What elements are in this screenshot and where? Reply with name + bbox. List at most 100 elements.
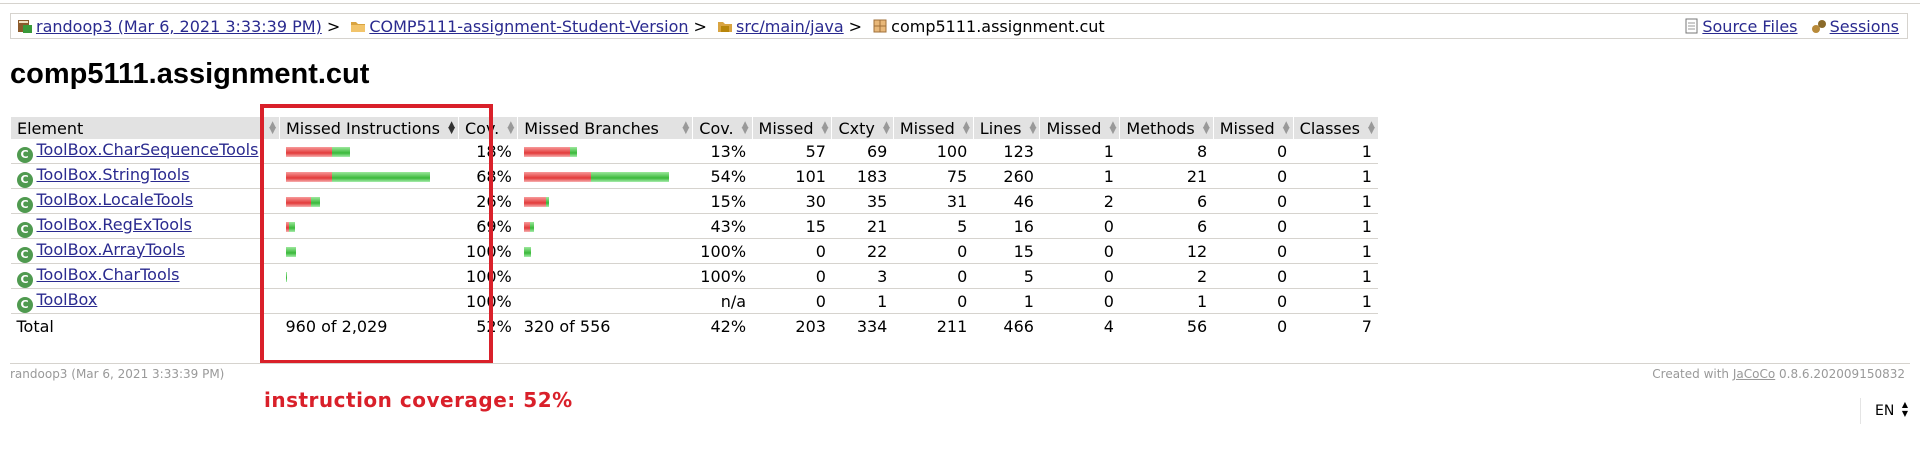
class-link[interactable]: ToolBox.StringTools	[37, 165, 190, 184]
breadcrumb-separator: >	[848, 17, 863, 36]
instruction-coverage-cell: 100%	[458, 288, 518, 314]
jacoco-link[interactable]: JaCoCo	[1733, 367, 1775, 381]
class-icon: C	[16, 146, 33, 163]
breadcrumb-source-link[interactable]: src/main/java	[736, 17, 844, 36]
col-missed-lines-header[interactable]: Missed ▲ ▼	[892, 117, 974, 139]
missed-cxty-cell: 57	[752, 139, 832, 164]
table-row: C ToolBox.RegExTools 69% 43% 15 21 5 16 0 6 0 1	[10, 213, 1378, 239]
covered-bar-segment	[569, 147, 577, 157]
page-title: comp5111.assignment.cut	[10, 58, 370, 90]
classes-cell: 1	[1293, 288, 1378, 314]
total-row: Total 960 of 2,029 52% 320 of 556 42% 203 334 2…	[10, 313, 1378, 338]
missed-bar-segment	[523, 197, 546, 207]
missed-bar-segment	[523, 147, 570, 157]
total-methods: 56	[1119, 313, 1214, 338]
missed-methods-cell: 1	[1039, 163, 1120, 189]
missed-classes-cell: 0	[1213, 213, 1294, 239]
missed-lines-cell: 31	[893, 188, 974, 214]
col-lines-header[interactable]: Lines ▲ ▼	[972, 117, 1040, 139]
breadcrumb: randoop3 (Mar 6, 2021 3:33:39 PM) > COMP5…	[10, 13, 1908, 39]
missed-branches-bar-cell	[517, 288, 693, 314]
class-icon: C	[16, 271, 33, 288]
total-label: Total	[10, 313, 280, 338]
covered-bar-segment	[331, 172, 430, 182]
covered-bar-segment	[310, 197, 320, 207]
missed-lines-cell: 0	[893, 263, 974, 289]
missed-instructions-bar-cell	[279, 288, 459, 314]
sort-icon: ▲ ▼	[1368, 120, 1375, 136]
element-cell: C ToolBox.RegExTools	[10, 213, 280, 239]
source-files-link[interactable]: Source Files	[1702, 17, 1797, 36]
missed-classes-cell: 0	[1213, 163, 1294, 189]
table-header-row: Element ▲ ▼ Missed Instructions ▲ ▼ Cov. ▲ ▼ M…	[10, 117, 1378, 139]
table-row: C ToolBox 100% n/a 0 1 0 1 0 1 0 1	[10, 288, 1378, 314]
missed-branches-bar-cell	[517, 139, 693, 164]
sort-icon: ▲ ▼	[507, 120, 515, 136]
missed-branches-bar-cell	[517, 213, 693, 239]
cxty-cell: 69	[831, 139, 894, 164]
class-link[interactable]: ToolBox.ArrayTools	[37, 240, 185, 259]
sort-icon: ▲ ▼	[1202, 120, 1210, 136]
missed-branches-bar-cell	[517, 163, 693, 189]
package-icon	[872, 16, 888, 42]
instruction-coverage-cell: 100%	[458, 263, 518, 289]
top-divider	[0, 3, 1920, 4]
missed-lines-cell: 5	[893, 213, 974, 239]
missed-cxty-cell: 30	[752, 188, 832, 214]
missed-bar-segment	[285, 197, 311, 207]
missed-cxty-cell: 101	[752, 163, 832, 189]
classes-cell: 1	[1293, 163, 1378, 189]
col-missed-methods-header[interactable]: Missed ▲ ▼	[1039, 117, 1120, 139]
missed-branches-bar-cell	[517, 238, 693, 264]
col-branch-cov-header[interactable]: Cov. ▲ ▼	[692, 117, 753, 139]
col-element-header[interactable]: Element ▲ ▼	[10, 117, 280, 139]
col-methods-header[interactable]: Methods ▲ ▼	[1119, 117, 1214, 139]
missed-cxty-cell: 0	[752, 263, 832, 289]
class-link[interactable]: ToolBox.CharSequenceTools	[37, 140, 259, 159]
breadcrumb-session-link[interactable]: randoop3 (Mar 6, 2021 3:33:39 PM)	[36, 17, 322, 36]
coverage-bar	[523, 142, 577, 161]
source-files-icon	[1685, 16, 1699, 42]
col-missed-instructions-header[interactable]: Missed Instructions ▲ ▼	[279, 117, 459, 139]
footer-session: randoop3 (Mar 6, 2021 3:33:39 PM)	[10, 367, 225, 381]
branch-coverage-cell: n/a	[692, 288, 753, 314]
cxty-cell: 3	[831, 263, 894, 289]
branch-coverage-cell: 13%	[692, 139, 753, 164]
class-link[interactable]: ToolBox.RegExTools	[37, 215, 192, 234]
class-link[interactable]: ToolBox.LocaleTools	[37, 190, 194, 209]
element-cell: C ToolBox.StringTools	[10, 163, 280, 189]
branch-coverage-cell: 100%	[692, 238, 753, 264]
col-cxty-header[interactable]: Cxty ▲ ▼	[831, 117, 894, 139]
col-missed-branches-header[interactable]: Missed Branches ▲ ▼	[517, 117, 693, 139]
total-lines: 466	[973, 313, 1040, 338]
covered-bar-segment	[545, 197, 549, 207]
class-icon: C	[16, 296, 33, 313]
covered-bar-segment	[285, 272, 287, 282]
sort-desc-icon: ▲ ▼	[448, 120, 455, 136]
missed-cxty-cell: 15	[752, 213, 832, 239]
cxty-cell: 22	[831, 238, 894, 264]
class-link[interactable]: ToolBox	[37, 290, 98, 309]
sessions-link[interactable]: Sessions	[1830, 17, 1899, 36]
class-icon: C	[16, 221, 33, 238]
col-missed-classes-header[interactable]: Missed ▲ ▼	[1212, 117, 1294, 139]
col-missed-cxty-header[interactable]: Missed ▲ ▼	[751, 117, 832, 139]
total-branch-coverage: 42%	[692, 313, 753, 338]
element-cell: C ToolBox.CharSequenceTools	[10, 139, 280, 164]
total-missed-instructions: 960 of 2,029	[279, 313, 459, 338]
instruction-coverage-cell: 18%	[458, 139, 518, 164]
sort-icon: ▲ ▼	[682, 120, 690, 136]
class-link[interactable]: ToolBox.CharTools	[37, 265, 180, 284]
table-row: C ToolBox.StringTools 68% 54% 101 183 75 260 1 21…	[10, 163, 1378, 189]
lines-cell: 260	[973, 163, 1040, 189]
classes-cell: 1	[1293, 139, 1378, 164]
cxty-cell: 183	[831, 163, 894, 189]
breadcrumb-project-link[interactable]: COMP5111-assignment-Student-Version	[369, 17, 688, 36]
col-instr-cov-header[interactable]: Cov. ▲ ▼	[457, 117, 518, 139]
breadcrumb-separator: >	[693, 17, 707, 36]
sort-icon: ▲ ▼	[269, 120, 276, 136]
methods-cell: 6	[1119, 188, 1214, 214]
col-classes-header[interactable]: Classes ▲ ▼	[1292, 117, 1378, 139]
language-selector[interactable]: EN ▲ ▼	[1860, 398, 1910, 424]
missed-methods-cell: 0	[1039, 288, 1120, 314]
